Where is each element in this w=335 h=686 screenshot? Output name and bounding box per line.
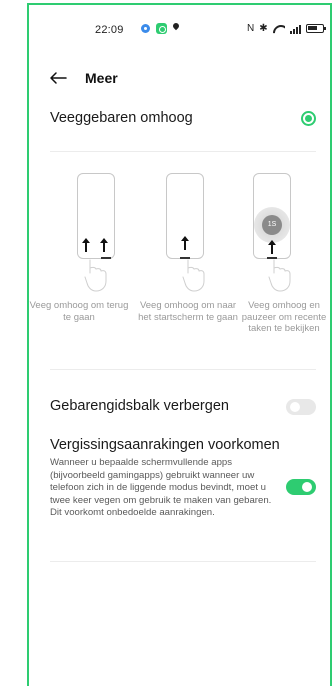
location-icon [172,23,180,34]
page-title: Meer [85,70,118,86]
header: Meer [29,67,330,91]
prevent-accidental-touch-setting[interactable]: Vergissingsaanrakingen voorkomen Wanneer… [50,437,316,520]
battery-icon [305,24,326,33]
app-icon [156,23,167,34]
prevent-accidental-touch-label: Vergissingsaanrakingen voorkomen [50,437,280,453]
divider [50,561,316,562]
signal-icon [289,24,301,34]
hide-guide-bar-toggle[interactable] [286,399,316,415]
gear-icon [140,23,151,34]
hand-icon [182,259,205,292]
swipe-up-arrow-icon [100,238,108,252]
swipe-gestures-label: Veeggebaren omhoog [50,110,193,126]
status-bar: 22:09 N ✱ [29,21,330,41]
status-icons-right: N ✱ [247,23,326,34]
hold-indicator: 1S [254,207,290,243]
phone-screen: 22:09 N ✱ Meer Veeggebaren omhoog Veeg o… [27,3,332,686]
hide-guide-bar-setting[interactable]: Gebarengidsbalk verbergen [50,397,316,421]
divider [50,369,316,370]
phone-illustration [77,173,115,259]
hide-guide-bar-label: Gebarengidsbalk verbergen [50,398,229,414]
gesture-caption: Veeg omhoog en pauzeer om recente taken … [241,300,327,334]
prevent-accidental-touch-description: Wanneer u bepaalde schermvullende apps (… [50,457,272,519]
swipe-gestures-radio[interactable] [301,111,316,126]
gesture-caption: Veeg omhoog om terug te gaan [29,300,129,323]
nfc-icon: N [247,23,255,34]
status-time: 22:09 [95,24,124,36]
divider [50,151,316,152]
gesture-caption: Veeg omhoog om naar het startscherm te g… [138,300,238,323]
hold-duration-label: 1S [262,215,282,235]
wifi-icon [273,24,285,34]
swipe-up-arrow-icon [181,236,189,250]
status-icons-left [140,23,180,34]
hand-icon [268,259,291,292]
bluetooth-icon: ✱ [259,23,268,34]
swipe-gestures-option[interactable]: Veeggebaren omhoog [50,109,316,131]
swipe-up-arrow-icon [268,240,276,254]
gesture-illustrations: Veeg omhoog om terug te gaan Veeg omhoog… [29,173,330,353]
hand-icon [84,259,107,292]
swipe-up-arrow-icon [82,238,90,252]
back-arrow-icon[interactable] [49,71,67,85]
prevent-accidental-touch-toggle[interactable] [286,479,316,495]
